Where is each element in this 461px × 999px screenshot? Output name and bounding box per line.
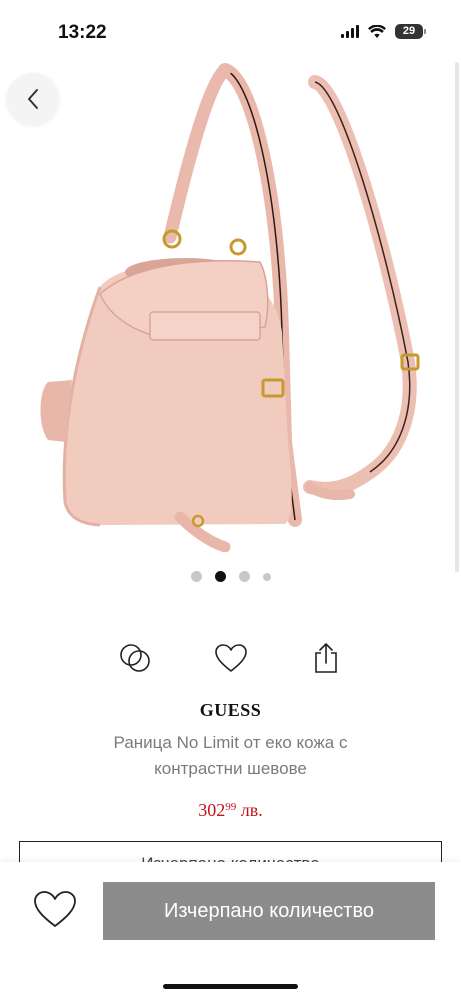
pagination-dot[interactable] (238, 571, 250, 582)
wifi-icon (368, 24, 386, 38)
battery-icon: 29 (395, 24, 426, 39)
product-brand: GUESS (199, 700, 262, 720)
back-button[interactable] (7, 73, 59, 125)
product-price: 30299 лв. (0, 800, 461, 821)
compare-icon (120, 644, 150, 672)
wishlist-button[interactable] (30, 884, 80, 934)
price-currency: лв. (236, 800, 263, 820)
home-indicator (163, 984, 298, 989)
product-image[interactable] (20, 62, 450, 552)
status-time: 13:22 (58, 22, 107, 43)
product-actions (0, 638, 461, 682)
image-scroll-indicator (455, 62, 459, 572)
bottom-action-bar: Изчерпано количество (0, 862, 461, 999)
share-icon (315, 643, 337, 673)
share-button[interactable] (306, 638, 346, 678)
chevron-left-icon (28, 89, 38, 109)
status-bar: 13:22 29 (0, 0, 461, 62)
favorite-button[interactable] (211, 638, 251, 678)
heart-icon (34, 891, 76, 927)
pagination-dot[interactable] (262, 572, 271, 581)
out-of-stock-button[interactable]: Изчерпано количество (103, 882, 435, 940)
compare-button[interactable] (115, 638, 155, 678)
price-main: 302 (198, 800, 226, 820)
price-cents: 99 (225, 801, 237, 813)
product-title: Раница No Limit от еко кожа с контрастни… (113, 733, 348, 778)
signal-icon (341, 25, 359, 38)
gallery-pagination (0, 571, 461, 582)
heart-icon (215, 644, 247, 672)
pagination-dot[interactable] (190, 571, 202, 582)
pagination-dot-active[interactable] (214, 571, 226, 582)
status-icons: 29 (341, 24, 426, 39)
